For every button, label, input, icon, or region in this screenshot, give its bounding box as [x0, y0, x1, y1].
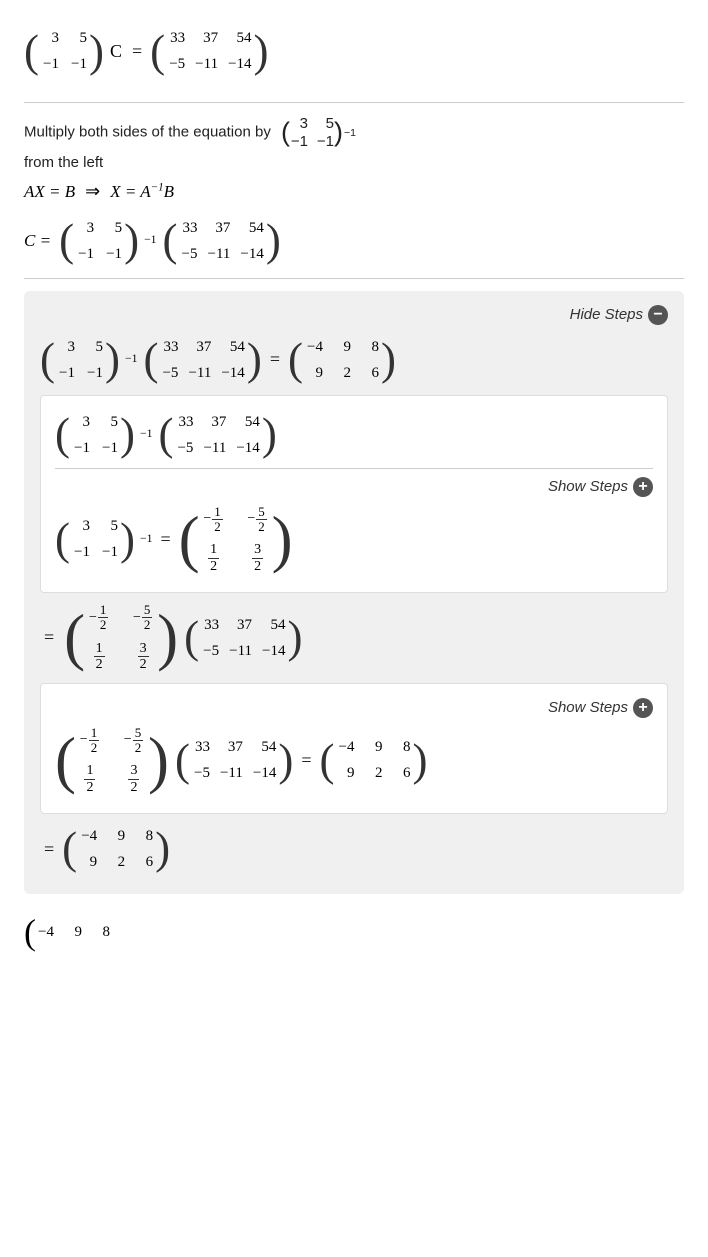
- full-result-line: ( 3 5 −1 −1 ) −1 ( 33 37 54 −5 −11 −1: [40, 335, 668, 385]
- divider-2: [24, 278, 684, 279]
- multiplication-step: = ( −12 −52 12: [40, 603, 668, 672]
- show-steps-2-button[interactable]: Show Steps +: [548, 698, 653, 718]
- divider-1: [24, 102, 684, 103]
- show-steps-1-button[interactable]: Show Steps +: [548, 477, 653, 497]
- top-lhs-matrix: ( 3 5 −1 −1 ): [24, 26, 104, 76]
- inline-matrix-ref: ( 3 5 −1 −1 ) −1: [281, 115, 356, 150]
- inverse-result-line: ( 3 5 −1 −1 ) −1 = (: [55, 505, 653, 574]
- minus-circle-icon: −: [648, 305, 668, 325]
- show-steps-1-header: Show Steps +: [55, 477, 653, 497]
- explain-line1: Multiply both sides of the equation by (…: [24, 115, 684, 150]
- top-section: ( 3 5 −1 −1 ) C = ( 33 37 54 −5 −11: [24, 10, 684, 90]
- top-rhs-matrix: ( 33 37 54 −5 −11 −14 ): [150, 26, 268, 76]
- inner-box-2-equation: ( −12 −52 12: [55, 726, 653, 795]
- ax-eq-b-line: AX = B ⇒ X = A−1B: [24, 177, 684, 206]
- frac-matrix-result: ( −12 −52: [179, 505, 293, 574]
- equals-sign: =: [132, 37, 142, 66]
- bottom-peek: ( −4 9 8: [24, 904, 684, 958]
- ax-eq-b: AX = B: [24, 178, 75, 205]
- plus-circle-icon-1: +: [633, 477, 653, 497]
- explain-line2: from the left: [24, 154, 684, 171]
- c-inv-sup: −1: [144, 231, 156, 250]
- c-label: C =: [24, 227, 51, 254]
- steps-box: Hide Steps − ( 3 5 −1 −1 ) −1 ( 33: [24, 291, 684, 894]
- plus-circle-icon-2: +: [633, 698, 653, 718]
- inner-box-1: ( 3 5 −1 −1 ) −1 ( 33 37 54: [40, 395, 668, 593]
- inner-box-1-content: ( 3 5 −1 −1 ) −1 ( 33 37 54: [55, 410, 653, 460]
- c-matrix-a-inv: ( 3 5 −1 −1 ): [59, 216, 139, 266]
- variable-c: C: [110, 37, 122, 66]
- x-eq: X = A−1B: [110, 178, 174, 205]
- final-result-line: = ( −4 9 8 9 2 6 ): [40, 824, 668, 874]
- bottom-partial-matrix: ( −4 9 8: [24, 914, 684, 950]
- frac-matrix-mult: ( −12 −52 12: [64, 603, 178, 672]
- hide-steps-button[interactable]: Hide Steps −: [570, 305, 668, 325]
- inv-superscript: −1: [344, 127, 356, 139]
- arrow: ⇒: [85, 177, 100, 206]
- page: ( 3 5 −1 −1 ) C = ( 33 37 54 −5 −11: [0, 0, 708, 978]
- c-full-equation: C = ( 3 5 −1 −1 ) −1 ( 33 37 54 −5 −11 −…: [24, 216, 684, 266]
- steps-header: Hide Steps −: [40, 305, 668, 325]
- show-steps-2-header: Show Steps +: [55, 698, 653, 718]
- top-equation: ( 3 5 −1 −1 ) C = ( 33 37 54 −5 −11: [24, 26, 684, 76]
- inner-box-2: Show Steps + ( −12: [40, 683, 668, 814]
- inner-divider-1: [55, 468, 653, 469]
- c-matrix-b: ( 33 37 54 −5 −11 −14 ): [163, 216, 281, 266]
